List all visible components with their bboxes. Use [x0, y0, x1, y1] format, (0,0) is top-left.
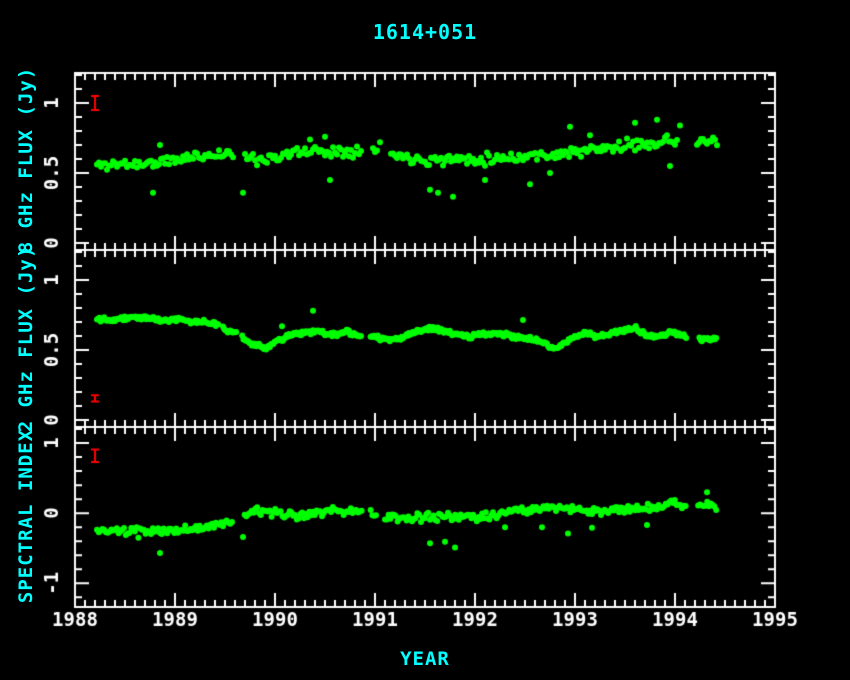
y-axis-label-8ghz-flux: 8 GHz FLUX (Jy): [15, 67, 37, 254]
x-axis-label-year: YEAR: [400, 648, 450, 670]
light-curve-figure: 1614+051 8 GHz FLUX (Jy) 2 GHz FLUX (Jy)…: [0, 0, 850, 680]
y-axis-label-spectral-index: SPECTRAL INDEX: [15, 429, 37, 603]
chart-canvas: [0, 0, 850, 680]
chart-title: 1614+051: [373, 20, 477, 44]
y-axis-label-2ghz-flux: 2 GHz FLUX (Jy): [15, 246, 37, 433]
